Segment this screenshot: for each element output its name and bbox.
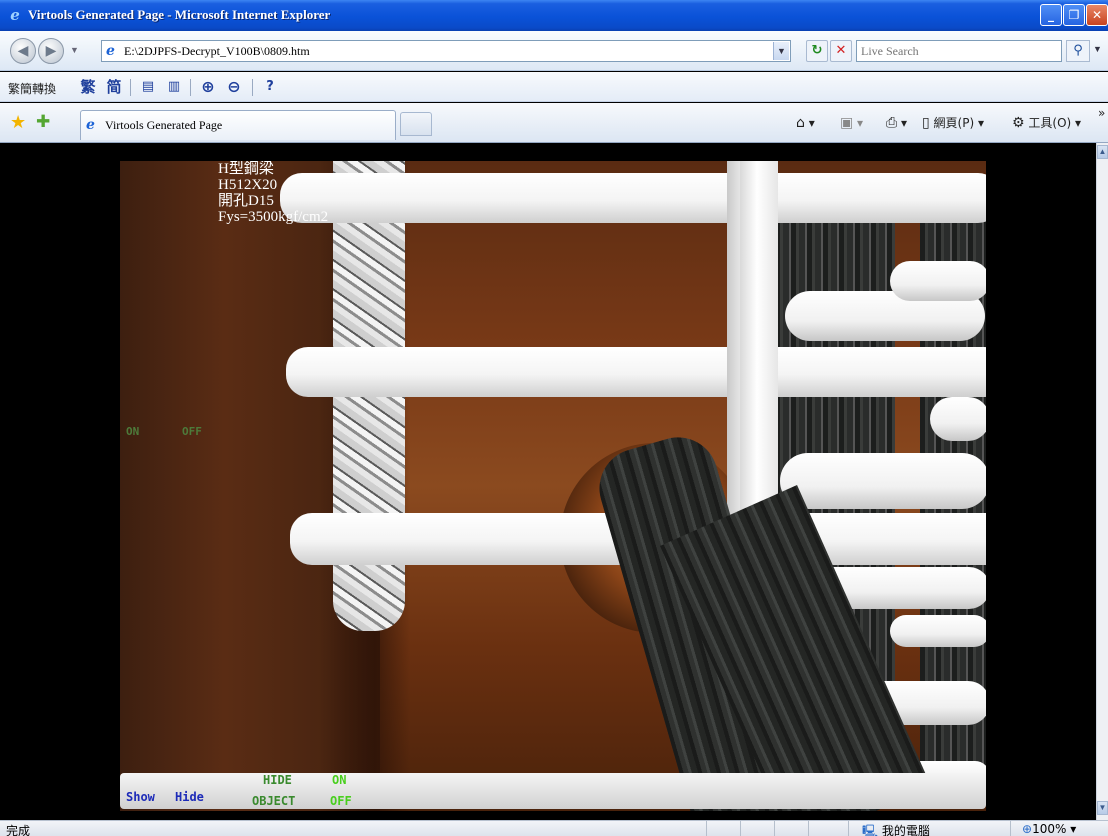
object-on-button[interactable]: ON — [332, 773, 346, 787]
status-pane-divider — [848, 821, 849, 836]
hook-rebar — [780, 453, 986, 509]
simplified-button[interactable]: 简 — [104, 76, 124, 98]
ie-window: e Virtools Generated Page - Microsoft In… — [0, 0, 1108, 836]
forward-button[interactable]: ▶ — [38, 38, 64, 64]
history-dropdown-icon[interactable]: ▼ — [70, 45, 79, 55]
computer-icon: 🖳 — [862, 824, 879, 836]
floor-bar — [120, 773, 986, 809]
rebar — [280, 173, 986, 223]
show-button[interactable]: Show — [126, 790, 155, 804]
on-toggle-label[interactable]: ON — [126, 425, 139, 438]
scroll-up-arrow-icon[interactable]: ▲ — [1097, 145, 1108, 159]
tab-page-icon: e — [86, 117, 95, 133]
search-button[interactable]: ⚲ — [1066, 40, 1090, 62]
traditional-button[interactable]: 繁 — [78, 76, 98, 98]
search-input[interactable] — [857, 41, 1061, 61]
feeds-icon[interactable]: ▣ ▾ — [840, 113, 863, 133]
search-field[interactable] — [856, 40, 1062, 62]
hide-object-label: HIDE — [263, 773, 292, 787]
status-bar: 完成 🖳 我的電腦 ⊕100% ▾ — [0, 820, 1108, 836]
virtools-3d-viewport[interactable]: H型鋼梁 H512X20 開孔D15 Fys=3500kgf/cm2 — [120, 161, 986, 811]
address-dropdown-icon[interactable]: ▼ — [773, 42, 789, 60]
zoom-out-icon[interactable]: ⊖ — [224, 76, 244, 98]
to-simplified-icon[interactable]: ▥ — [164, 76, 184, 98]
tools-menu-button[interactable]: ⚙ 工具(O) ▾ — [1012, 113, 1081, 133]
refresh-button[interactable]: ↻ — [806, 40, 828, 62]
status-pane-divider — [774, 821, 775, 836]
object-label: OBJECT — [252, 794, 296, 808]
page-content: H型鋼梁 H512X20 開孔D15 Fys=3500kgf/cm2 ON OF… — [0, 143, 1096, 820]
toolbar-divider — [252, 79, 253, 96]
status-pane-divider — [740, 821, 741, 836]
zoom-level-button[interactable]: ⊕100% ▾ — [1022, 822, 1076, 836]
favorites-tab-bar: ★ ✚ e Virtools Generated Page ⌂ ▾ ▣ ▾ ⎙ … — [0, 103, 1108, 143]
status-pane-divider — [808, 821, 809, 836]
hide-button[interactable]: Hide — [175, 790, 204, 804]
title-bar: e Virtools Generated Page - Microsoft In… — [0, 0, 1108, 31]
page-menu-label: 網頁(P) — [933, 116, 975, 130]
scroll-down-arrow-icon[interactable]: ▼ — [1097, 801, 1108, 815]
rebar — [286, 347, 986, 397]
hook-rebar — [890, 615, 986, 647]
object-off-button[interactable]: OFF — [330, 794, 352, 808]
status-pane-divider — [1010, 821, 1011, 836]
help-icon[interactable]: ? — [260, 76, 280, 98]
tab-virtools-page[interactable]: e Virtools Generated Page — [80, 110, 396, 140]
off-toggle-label[interactable]: OFF — [182, 425, 202, 438]
page-icon: e — [106, 43, 115, 59]
hook-rebar — [890, 261, 986, 301]
favorites-star-icon[interactable]: ★ — [10, 112, 26, 133]
search-options-dropdown-icon[interactable]: ▼ — [1093, 44, 1102, 54]
gear-icon: ⚙ — [1012, 115, 1025, 131]
address-toolbar: ◀ ▶ ▼ e E:\2DJPFS-Decrypt_V100B\0809.htm… — [0, 31, 1108, 71]
back-button[interactable]: ◀ — [10, 38, 36, 64]
toolbar-divider — [130, 79, 131, 96]
conversion-toolbar: 繁簡轉換 繁 简 ▤ ▥ ⊕ ⊖ ? — [0, 72, 1108, 102]
maximize-button[interactable]: ❐ — [1063, 4, 1085, 26]
conversion-label: 繁簡轉換 — [8, 82, 57, 96]
security-zone: 🖳 我的電腦 — [862, 822, 930, 836]
zone-label: 我的電腦 — [881, 824, 930, 836]
minimize-button[interactable]: _ — [1040, 4, 1062, 26]
tab-label: Virtools Generated Page — [105, 118, 223, 132]
address-url[interactable]: E:\2DJPFS-Decrypt_V100B\0809.htm — [124, 44, 310, 59]
chevron-more-icon[interactable]: » — [1098, 103, 1105, 123]
zoom-value: 100% — [1032, 822, 1067, 836]
add-favorite-icon[interactable]: ✚ — [36, 112, 50, 132]
status-pane-divider — [706, 821, 707, 836]
stop-button[interactable]: ✕ — [830, 40, 852, 62]
zoom-icon: ⊕ — [1022, 822, 1033, 836]
print-icon[interactable]: ⎙ ▾ — [886, 113, 907, 133]
close-button[interactable]: ✕ — [1086, 4, 1108, 26]
to-traditional-icon[interactable]: ▤ — [138, 76, 158, 98]
new-tab-button[interactable] — [400, 112, 432, 136]
toolbar-divider — [190, 79, 191, 96]
zoom-in-icon[interactable]: ⊕ — [198, 76, 218, 98]
ie-logo-icon: e — [10, 6, 20, 24]
home-icon[interactable]: ⌂ ▾ — [796, 113, 815, 133]
beam-info-text: H型鋼梁 H512X20 開孔D15 Fys=3500kgf/cm2 — [218, 161, 329, 225]
status-text: 完成 — [6, 824, 31, 836]
tools-menu-label: 工具(O) — [1028, 116, 1072, 130]
address-field[interactable]: e E:\2DJPFS-Decrypt_V100B\0809.htm ▼ — [101, 40, 791, 62]
window-title: Virtools Generated Page - Microsoft Inte… — [28, 7, 331, 22]
page-icon: ▯ — [922, 115, 930, 131]
vertical-scrollbar[interactable]: ▲ ▼ — [1096, 143, 1108, 820]
page-menu-button[interactable]: ▯ 網頁(P) ▾ — [922, 113, 984, 133]
hook-rebar — [930, 397, 986, 441]
